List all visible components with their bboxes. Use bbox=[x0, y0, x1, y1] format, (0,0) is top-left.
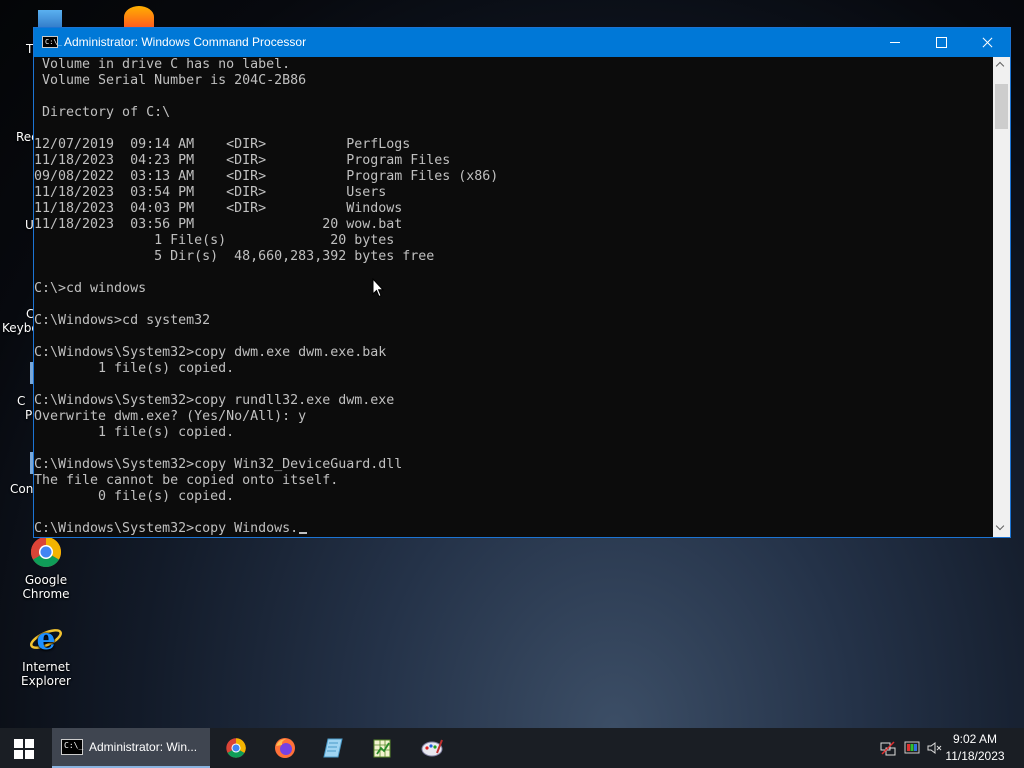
clock-time: 9:02 AM bbox=[952, 732, 998, 746]
desktop-icon-google-chrome[interactable]: Google Chrome bbox=[1, 535, 91, 601]
console-line: Directory of C:\ bbox=[34, 105, 171, 120]
mouse-pointer-icon bbox=[372, 277, 385, 298]
taskbar-item-paint[interactable] bbox=[408, 728, 456, 768]
taskbar-clock[interactable]: 9:02 AM 11/18/2023 bbox=[940, 731, 1010, 765]
paint-icon bbox=[421, 737, 443, 759]
notepad-icon bbox=[322, 737, 344, 759]
console-line: The file cannot be copied onto itself. bbox=[34, 473, 339, 488]
text-cursor bbox=[299, 532, 308, 534]
window-titlebar[interactable]: C:\_ Administrator: Windows Command Proc… bbox=[34, 28, 1010, 57]
scroll-thumb[interactable] bbox=[995, 84, 1008, 129]
console-line: C:\Windows\System32>copy Win32_DeviceGua… bbox=[34, 457, 403, 472]
firefox-icon bbox=[274, 737, 296, 759]
console-line: 11/18/2023 04:03 PM <DIR> Windows bbox=[34, 201, 403, 216]
console-line: 11/18/2023 04:23 PM <DIR> Program Files bbox=[34, 153, 451, 168]
desktop-icon-internet-explorer[interactable]: e Internet Explorer bbox=[1, 622, 91, 688]
taskbar-item-label: Administrator: Win... bbox=[89, 740, 198, 754]
command-prompt-window[interactable]: C:\_ Administrator: Windows Command Proc… bbox=[33, 27, 1011, 538]
network-icon[interactable] bbox=[880, 740, 896, 756]
start-button[interactable] bbox=[0, 728, 48, 768]
scroll-down-arrow[interactable] bbox=[993, 520, 1010, 537]
desktop-icon-firefox-partial[interactable] bbox=[124, 6, 154, 28]
display-adapter-icon[interactable] bbox=[904, 740, 920, 756]
cmd-icon-glyph: C:\_ bbox=[64, 741, 84, 750]
console-text: Volume in drive C has no label. Volume S… bbox=[34, 57, 994, 537]
scroll-up-arrow[interactable] bbox=[993, 57, 1010, 74]
console-line: 0 file(s) copied. bbox=[34, 489, 235, 504]
console-output[interactable]: Volume in drive C has no label. Volume S… bbox=[34, 57, 994, 537]
console-line: C:\Windows\System32>copy rundll32.exe dw… bbox=[34, 393, 395, 408]
desktop-icon-label: Google Chrome bbox=[22, 573, 70, 601]
vertical-scrollbar[interactable] bbox=[993, 57, 1010, 537]
window-title: Administrator: Windows Command Processor bbox=[64, 35, 307, 49]
console-input-line[interactable]: C:\Windows\System32>copy Windows. bbox=[34, 521, 298, 536]
console-line: C:\Windows\System32>copy dwm.exe dwm.exe… bbox=[34, 345, 387, 360]
cmd-icon: C:\_ bbox=[61, 739, 83, 755]
console-line: 11/18/2023 03:54 PM <DIR> Users bbox=[34, 185, 387, 200]
clock-date: 11/18/2023 bbox=[945, 749, 1005, 763]
console-line: 1 file(s) copied. bbox=[34, 361, 235, 376]
console-line: Overwrite dwm.exe? (Yes/No/All): y bbox=[34, 409, 307, 424]
maximize-button[interactable] bbox=[918, 28, 964, 57]
minimize-button[interactable] bbox=[872, 28, 918, 57]
cmd-icon-glyph: C:\_ bbox=[45, 38, 62, 46]
console-line: C:\Windows>cd system32 bbox=[34, 313, 211, 328]
console-line: Volume in drive C has no label. bbox=[34, 57, 291, 72]
console-line: 09/08/2022 03:13 AM <DIR> Program Files … bbox=[34, 169, 499, 184]
console-line: 12/07/2019 09:14 AM <DIR> PerfLogs bbox=[34, 137, 411, 152]
spreadsheet-icon bbox=[371, 737, 393, 759]
console-line: Volume Serial Number is 204C-2B86 bbox=[34, 73, 307, 88]
console-line: 1 File(s) 20 bytes bbox=[34, 233, 395, 248]
desktop-label-partial: C bbox=[17, 394, 26, 408]
console-line: 5 Dir(s) 48,660,283,392 bytes free bbox=[34, 249, 435, 264]
desktop-icon-label: Internet Explorer bbox=[21, 660, 71, 688]
console-line: 1 file(s) copied. bbox=[34, 425, 235, 440]
chrome-icon bbox=[225, 737, 247, 759]
console-line: 11/18/2023 03:56 PM 20 wow.bat bbox=[34, 217, 403, 232]
taskbar: C:\_ Administrator: Win... 9:02 AM 11/18… bbox=[0, 728, 1024, 768]
chrome-icon bbox=[29, 535, 63, 569]
taskbar-item-chrome[interactable] bbox=[212, 728, 260, 768]
taskbar-item-command-prompt[interactable]: C:\_ Administrator: Win... bbox=[52, 728, 210, 768]
desktop-label-partial: P bbox=[25, 408, 33, 422]
taskbar-item-spreadsheet[interactable] bbox=[358, 728, 406, 768]
console-line: C:\>cd windows bbox=[34, 281, 147, 296]
system-tray: 9:02 AM 11/18/2023 bbox=[874, 728, 1024, 768]
taskbar-item-notepad[interactable] bbox=[309, 728, 357, 768]
close-button[interactable] bbox=[964, 28, 1010, 57]
taskbar-item-firefox[interactable] bbox=[261, 728, 309, 768]
cmd-app-icon[interactable]: C:\_ bbox=[42, 36, 62, 48]
desktop-label-partial: Con bbox=[10, 482, 34, 496]
internet-explorer-icon: e bbox=[29, 622, 63, 657]
svg-text:e: e bbox=[36, 622, 55, 656]
